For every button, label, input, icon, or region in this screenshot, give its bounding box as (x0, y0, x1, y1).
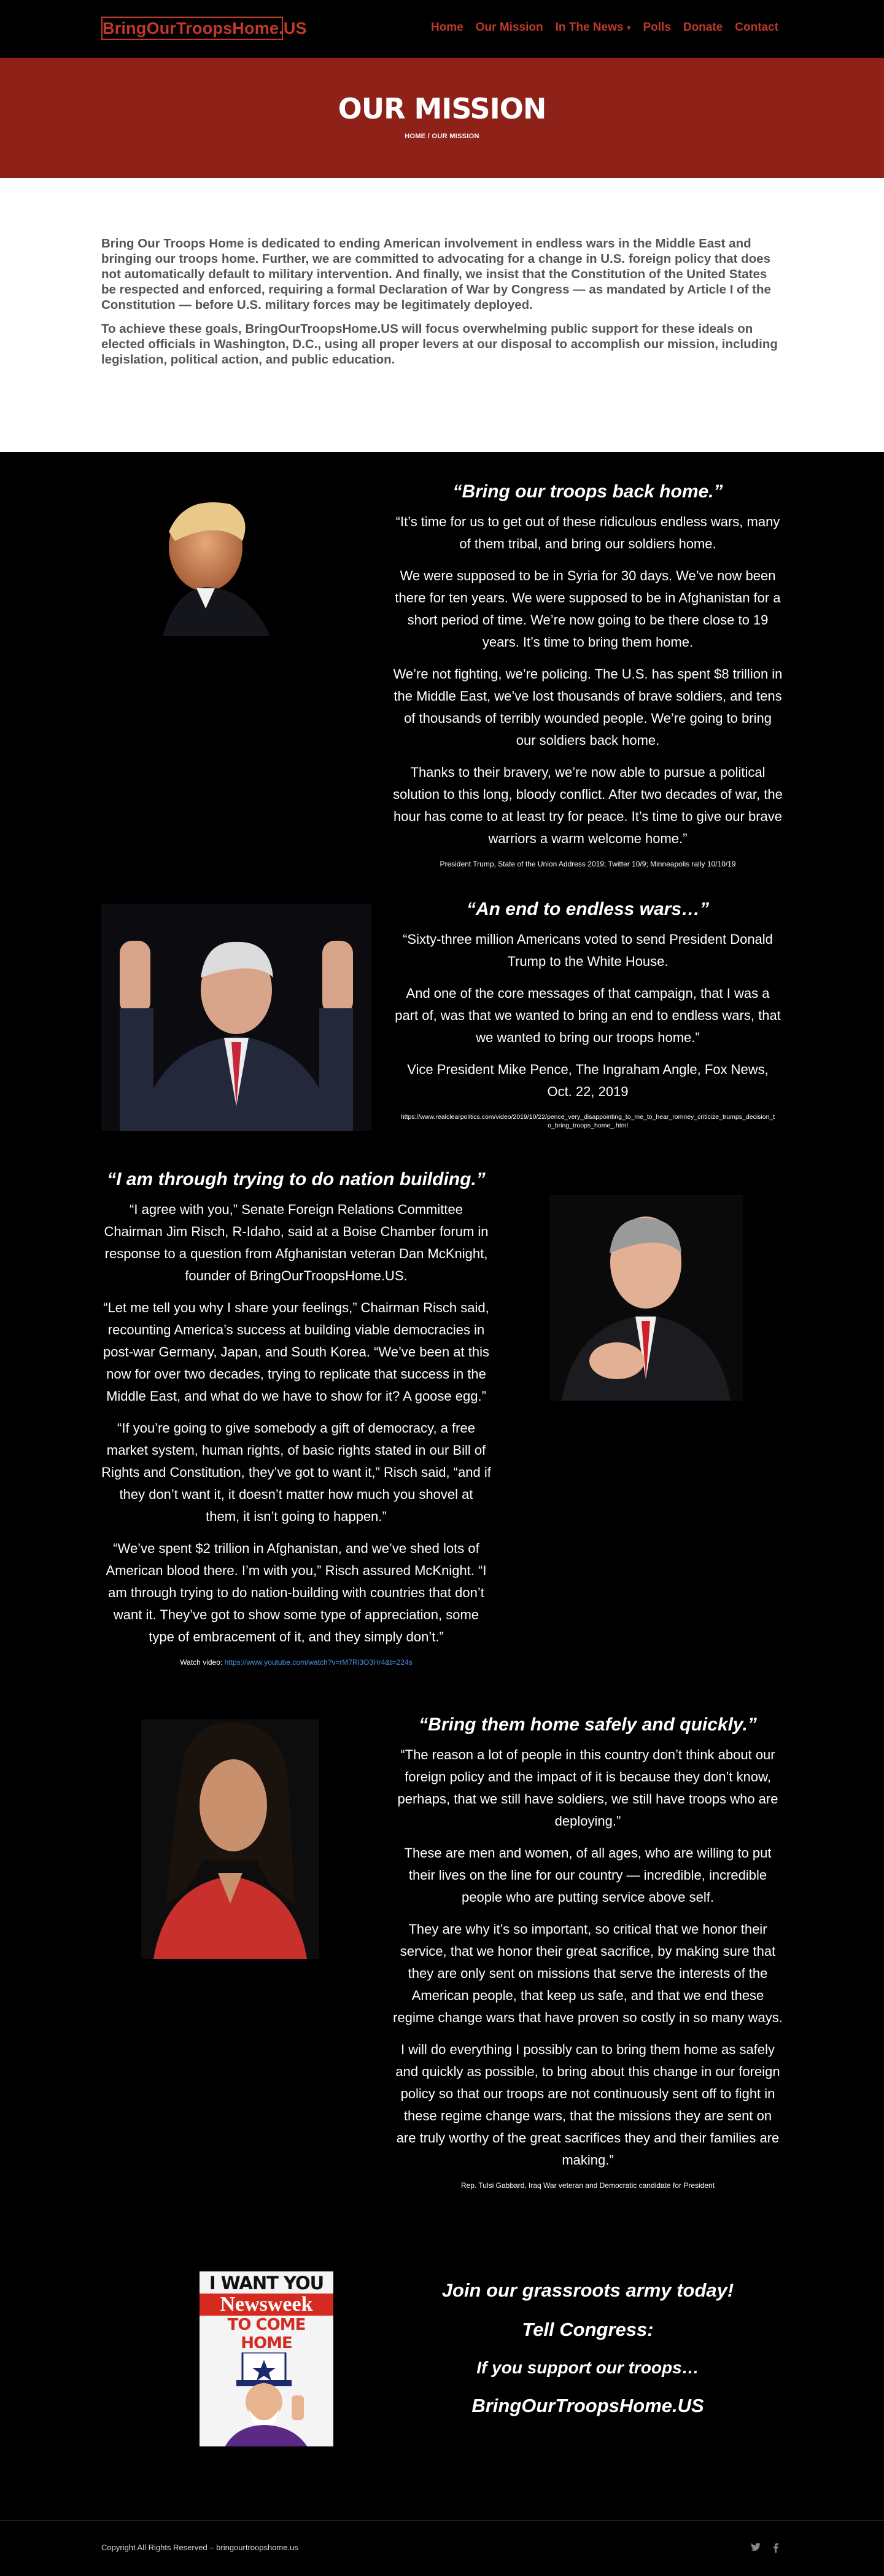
trump-citation: President Trump, State of the Union Addr… (440, 860, 736, 868)
nav-donate-label: Donate (683, 21, 723, 34)
poster-line-1: I WANT YOU (209, 2273, 324, 2294)
nav-polls[interactable]: Polls (643, 21, 670, 34)
risch-quote-body: “I agree with you,” Senate Foreign Relat… (101, 1199, 491, 1648)
social-links (751, 2543, 778, 2556)
nav-our-mission[interactable]: Our Mission (476, 21, 543, 34)
poster-line-2: TO COME HOME (227, 2316, 306, 2352)
watch-video-link[interactable]: https://www.youtube.com/watch?v=rM7Rl3O3… (225, 1658, 413, 1667)
gabbard-paragraph: I will do everything I possibly can to b… (395, 2042, 780, 2168)
nav-contact[interactable]: Contact (735, 21, 778, 34)
trump-quote-body: “It’s time for us to get out of these ri… (393, 511, 783, 850)
nav-contact-label: Contact (735, 21, 778, 34)
cta-text: Join our grassroots army today! Tell Con… (393, 2279, 783, 2434)
gabbard-quote: “Bring them home safely and quickly.” “T… (393, 1714, 783, 2190)
gabbard-paragraph: They are why it’s so important, so criti… (393, 1921, 783, 2025)
cta-join: Join our grassroots army today! (441, 2279, 734, 2301)
nav-donate[interactable]: Donate (683, 21, 723, 34)
nav-in-the-news[interactable]: In The News ▾ (556, 21, 631, 34)
nav-polls-label: Polls (643, 21, 671, 34)
portrait-silhouette-icon (120, 941, 353, 1131)
chevron-down-icon: ▾ (627, 23, 631, 32)
gabbard-photo (141, 1719, 319, 1959)
trump-paragraph: We’re not fighting, we’re policing. The … (393, 666, 783, 748)
uncle-sam-icon (225, 2351, 308, 2446)
page-hero: OUR MISSION HOME / OUR MISSION (0, 58, 884, 178)
gabbard-paragraph: These are men and women, of all ages, wh… (404, 1845, 772, 1905)
trump-photo (126, 483, 279, 636)
cta-tell-congress: Tell Congress: (522, 2319, 654, 2340)
cta-support-troops: If you support our troops… (476, 2358, 699, 2377)
risch-paragraph: “We’ve spent $2 trillion in Afghanistan,… (106, 1541, 487, 1644)
pence-source-url: https://www.realclearpolitics.com/video/… (400, 1113, 775, 1129)
pence-photo (101, 904, 371, 1131)
site-logo[interactable]: BringOurTroopsHome.US (101, 17, 307, 40)
mission-paragraph-1: Bring Our Troops Home is dedicated to en… (101, 236, 771, 312)
nav-home[interactable]: Home (431, 21, 463, 34)
page-title: OUR MISSION (338, 92, 547, 125)
gabbard-quote-body: “The reason a lot of people in this coun… (393, 1744, 783, 2171)
nav-our-mission-label: Our Mission (475, 21, 543, 34)
risch-paragraph: “Let me tell you why I share your feelin… (103, 1300, 489, 1404)
trump-quote-section: “Bring our troops back home.” “It’s time… (0, 452, 884, 887)
pence-attribution: Vice President Mike Pence, The Ingraham … (407, 1062, 769, 1099)
pence-quote-body: “Sixty-three million Americans voted to … (393, 928, 783, 1103)
risch-headline: “I am through trying to do nation buildi… (107, 1169, 486, 1189)
nav-home-label: Home (430, 21, 463, 34)
pence-quote-section: “An end to endless wars…” “Sixty-three m… (0, 887, 884, 1151)
cta-section: I WANT YOU Newsweek TO COME HOME Join ou… (0, 2250, 884, 2520)
trump-headline: “Bring our troops back home.” (452, 481, 723, 502)
site-header: BringOurTroopsHome.US Home Our Mission I… (0, 0, 884, 58)
gabbard-paragraph: “The reason a lot of people in this coun… (397, 1747, 778, 1829)
portrait-silhouette-icon (562, 1216, 731, 1401)
cta-site-link[interactable]: BringOurTroopsHome.US (393, 2395, 783, 2417)
pence-headline: “An end to endless wars…” (466, 899, 710, 919)
facebook-icon[interactable] (773, 2543, 778, 2556)
breadcrumb: HOME / OUR MISSION (405, 133, 479, 140)
poster-brand: Newsweek (200, 2294, 333, 2316)
portrait-silhouette-icon (163, 502, 270, 636)
pence-paragraph: And one of the core messages of that cam… (395, 986, 781, 1045)
copyright: Copyright All Rights Reserved – bringour… (101, 2543, 298, 2552)
main-nav: Home Our Mission In The News ▾ Polls Dona… (431, 21, 778, 34)
newsweek-poster: I WANT YOU Newsweek TO COME HOME (200, 2271, 333, 2446)
risch-paragraph: “If you’re going to give somebody a gift… (101, 1420, 491, 1524)
watch-video-label: Watch video: (180, 1658, 225, 1667)
risch-photo (549, 1195, 743, 1401)
twitter-icon[interactable] (751, 2543, 761, 2556)
pence-quote: “An end to endless wars…” “Sixty-three m… (393, 899, 783, 1130)
trump-quote: “Bring our troops back home.” “It’s time… (393, 481, 783, 868)
portrait-silhouette-icon (153, 1722, 307, 1959)
mission-intro: Bring Our Troops Home is dedicated to en… (0, 178, 884, 452)
gabbard-citation: Rep. Tulsi Gabbard, Iraq War veteran and… (460, 2181, 715, 2190)
trump-paragraph: “It’s time for us to get out of these ri… (395, 514, 780, 551)
nav-in-the-news-label: In The News (555, 21, 624, 34)
trump-paragraph: Thanks to their bravery, we’re now able … (393, 765, 783, 846)
risch-quote-section: “I am through trying to do nation buildi… (0, 1151, 884, 1716)
trump-paragraph: We were supposed to be in Syria for 30 d… (395, 568, 781, 650)
risch-watch-video: Watch video: https://www.youtube.com/wat… (101, 1658, 491, 1667)
mission-paragraph-2: To achieve these goals, BringOurTroopsHo… (101, 322, 778, 367)
risch-paragraph: “I agree with you,” Senate Foreign Relat… (104, 1202, 489, 1283)
risch-quote: “I am through trying to do nation buildi… (101, 1169, 491, 1667)
gabbard-quote-section: “Bring them home safely and quickly.” “T… (0, 1714, 884, 2250)
site-footer: Copyright All Rights Reserved – bringour… (0, 2520, 884, 2576)
gabbard-headline: “Bring them home safely and quickly.” (419, 1714, 757, 1735)
pence-paragraph: “Sixty-three million Americans voted to … (403, 932, 773, 969)
